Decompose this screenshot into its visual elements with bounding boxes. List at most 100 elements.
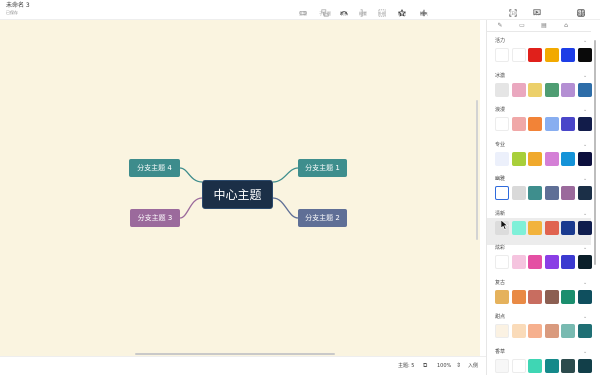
color-swatch[interactable]: [528, 220, 542, 235]
map-icon[interactable]: ▭: [515, 21, 529, 31]
theme-icon[interactable]: ⌂: [559, 21, 573, 31]
color-swatch[interactable]: [511, 358, 526, 373]
zoom-dropdown-icon[interactable]: ⇕: [456, 362, 461, 370]
color-swatch[interactable]: [544, 358, 559, 373]
color-swatch[interactable]: [495, 117, 509, 131]
color-swatch[interactable]: [561, 289, 575, 304]
color-swatch[interactable]: [511, 82, 526, 97]
branch-topic-1[interactable]: 分支主题 1: [298, 159, 347, 177]
theme-row-label: 复古: [495, 279, 506, 286]
color-swatch[interactable]: [511, 117, 526, 131]
color-swatch[interactable]: [544, 48, 559, 62]
color-swatch[interactable]: [495, 289, 509, 304]
brush-icon[interactable]: ✎: [493, 21, 507, 31]
document-title[interactable]: 未命名 3: [6, 2, 30, 10]
color-swatch[interactable]: [495, 324, 509, 338]
color-swatch[interactable]: [577, 289, 592, 304]
chevron-down-icon[interactable]: ⌄: [583, 73, 587, 79]
color-swatch[interactable]: [577, 186, 592, 200]
chevron-down-icon[interactable]: ⌄: [583, 314, 587, 320]
color-swatch[interactable]: [511, 48, 526, 62]
theme-row-label: 专业: [495, 141, 506, 148]
chevron-down-icon[interactable]: ⌄: [583, 176, 587, 182]
color-swatch[interactable]: [511, 255, 526, 269]
central-topic[interactable]: 中心主题: [202, 180, 273, 209]
chevron-down-icon[interactable]: ⌄: [583, 280, 587, 286]
color-swatch[interactable]: [495, 151, 509, 166]
panel-scrollbar[interactable]: [594, 40, 596, 265]
color-swatch[interactable]: [528, 255, 542, 269]
boundary-button[interactable]: 外框: [371, 2, 393, 18]
color-swatch[interactable]: [495, 358, 509, 373]
color-swatch[interactable]: [528, 186, 542, 200]
color-swatch[interactable]: [544, 117, 559, 131]
color-swatch[interactable]: [561, 324, 575, 338]
mindmap-app: 未命名 3 已保存 主题 子主题 联系 概要 外框 标记 插入 ZEN 演示 格…: [0, 0, 600, 375]
color-swatch[interactable]: [577, 151, 592, 166]
color-swatch[interactable]: [511, 186, 526, 200]
topic-icon: [292, 2, 314, 15]
branch-topic-3[interactable]: 分支主题 3: [130, 209, 180, 227]
topic-button[interactable]: 主题: [292, 2, 314, 18]
color-swatch[interactable]: [577, 220, 592, 235]
color-swatch[interactable]: [544, 324, 559, 338]
color-swatch[interactable]: [495, 255, 509, 269]
enter-label[interactable]: 入侧: [468, 362, 478, 370]
color-swatch[interactable]: [577, 117, 592, 131]
color-swatch[interactable]: [544, 186, 559, 200]
color-swatch[interactable]: [528, 289, 542, 304]
color-swatch[interactable]: [544, 151, 559, 166]
color-swatch[interactable]: [544, 255, 559, 269]
color-swatch[interactable]: [511, 289, 526, 304]
color-swatch[interactable]: [561, 186, 575, 200]
note-icon[interactable]: ▤: [537, 21, 551, 31]
color-swatch[interactable]: [528, 48, 542, 62]
color-swatch[interactable]: [528, 117, 542, 131]
vertical-scrollbar[interactable]: [476, 100, 478, 240]
color-swatch[interactable]: [495, 82, 509, 97]
color-swatch[interactable]: [561, 220, 575, 235]
color-swatch[interactable]: [577, 324, 592, 338]
branch-topic-4[interactable]: 分支主题 4: [129, 159, 180, 177]
save-status: 已保存: [6, 10, 18, 15]
status-bar: 主题: 5 ⧉ 100% ⇕ 入侧: [0, 356, 486, 375]
color-swatch[interactable]: [561, 151, 575, 166]
chevron-down-icon[interactable]: ⌄: [583, 107, 587, 113]
zen-button[interactable]: ZEN: [502, 2, 524, 18]
horizontal-scrollbar[interactable]: [135, 353, 335, 355]
chevron-down-icon[interactable]: ⌄: [583, 349, 587, 355]
color-swatch[interactable]: [561, 117, 575, 131]
color-swatch[interactable]: [528, 324, 542, 338]
color-swatch[interactable]: [544, 82, 559, 97]
color-swatch[interactable]: [495, 48, 509, 62]
color-swatch[interactable]: [528, 82, 542, 97]
color-swatch[interactable]: [577, 82, 592, 97]
chevron-down-icon[interactable]: ⌄: [583, 142, 587, 148]
color-swatch[interactable]: [511, 151, 526, 166]
outline-icon[interactable]: ⧉: [423, 362, 427, 370]
branch-topic-2[interactable]: 分支主题 2: [298, 209, 347, 227]
theme-row-label: 炫彩: [495, 245, 506, 251]
color-swatch[interactable]: [511, 220, 526, 235]
color-swatch[interactable]: [561, 358, 575, 373]
color-swatch[interactable]: [577, 48, 592, 62]
color-swatch[interactable]: [528, 151, 542, 166]
chevron-down-icon[interactable]: ⌄: [583, 245, 587, 251]
chevron-down-icon[interactable]: ⌄: [583, 211, 587, 217]
zoom-level[interactable]: 100%: [437, 362, 451, 370]
color-swatch[interactable]: [511, 324, 526, 338]
color-swatch[interactable]: [544, 220, 559, 235]
insert-button[interactable]: 插入: [413, 2, 435, 18]
color-swatch[interactable]: [561, 48, 575, 62]
color-swatch[interactable]: [495, 186, 509, 200]
color-swatch[interactable]: [561, 82, 575, 97]
color-swatch[interactable]: [544, 289, 559, 304]
color-swatch[interactable]: [528, 358, 542, 373]
color-swatch[interactable]: [577, 358, 592, 373]
chevron-down-icon[interactable]: ⌄: [583, 38, 587, 44]
format-button[interactable]: 格式: [570, 2, 592, 18]
mark-button[interactable]: 标记: [391, 2, 413, 18]
color-swatch[interactable]: [577, 255, 592, 269]
present-button[interactable]: 演示: [526, 2, 548, 18]
color-swatch[interactable]: [561, 255, 575, 269]
